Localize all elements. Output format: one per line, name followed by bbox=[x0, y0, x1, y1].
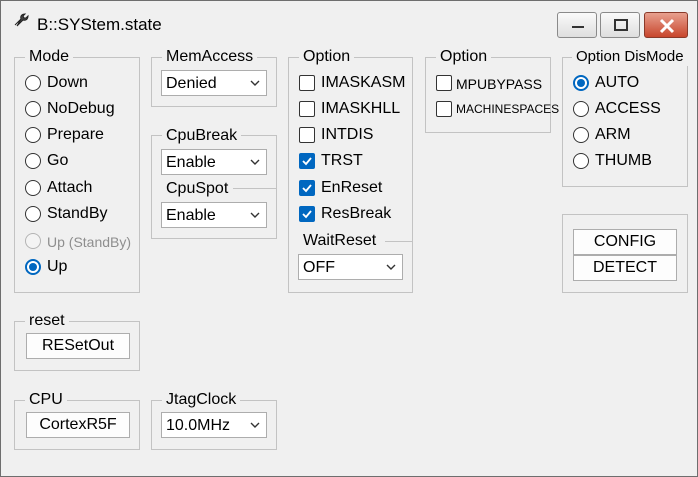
mode-legend: Mode bbox=[25, 48, 74, 66]
radio-label-access[interactable]: ACCESS bbox=[595, 100, 661, 118]
cpubreak-legend: CpuBreak bbox=[162, 127, 242, 145]
radio-label-attach[interactable]: Attach bbox=[47, 179, 92, 197]
chevron-down-icon bbox=[250, 80, 260, 86]
radio-label-thumb[interactable]: THUMB bbox=[595, 152, 652, 170]
radio-label-up[interactable]: Up bbox=[47, 258, 67, 276]
cpubreak-select[interactable]: Enable bbox=[161, 149, 267, 175]
radio-standby[interactable] bbox=[25, 206, 41, 222]
divider bbox=[233, 188, 277, 189]
window-title: B::SYStem.state bbox=[37, 15, 162, 34]
checkbox-label-imaskhll[interactable]: IMASKHLL bbox=[321, 100, 400, 118]
radio-nodebug[interactable] bbox=[25, 101, 41, 117]
reset-legend: reset bbox=[25, 312, 69, 330]
maximize-button[interactable] bbox=[600, 12, 640, 38]
mode-group bbox=[14, 57, 140, 293]
memaccess-legend: MemAccess bbox=[162, 48, 258, 66]
checkbox-mpubypass[interactable] bbox=[436, 75, 452, 91]
maximize-icon bbox=[614, 19, 628, 31]
cpuspot-value: Enable bbox=[166, 207, 216, 224]
dismode-legend: Option DisMode bbox=[572, 48, 688, 66]
radio-attach[interactable] bbox=[25, 180, 41, 196]
radio-label-up-standby: Up (StandBy) bbox=[47, 234, 132, 250]
radio-down[interactable] bbox=[25, 75, 41, 91]
jtagclock-value: 10.0MHz bbox=[166, 417, 231, 434]
option-1-legend: Option bbox=[299, 48, 355, 66]
radio-label-auto[interactable]: AUTO bbox=[595, 74, 639, 92]
window: B::SYStem.state Mode Down NoDebug Prepar… bbox=[0, 0, 698, 477]
chevron-down-icon bbox=[250, 159, 260, 165]
cpubreak-value: Enable bbox=[166, 154, 216, 171]
radio-arm[interactable] bbox=[573, 127, 589, 143]
radio-up-standby bbox=[25, 233, 41, 249]
checkbox-intdis[interactable] bbox=[299, 127, 315, 143]
checkmark-icon bbox=[302, 210, 312, 219]
radio-auto[interactable] bbox=[573, 75, 589, 91]
radio-label-arm[interactable]: ARM bbox=[595, 126, 631, 144]
minimize-icon bbox=[572, 26, 584, 28]
checkbox-label-intdis[interactable]: INTDIS bbox=[321, 126, 373, 144]
checkbox-resbreak[interactable] bbox=[299, 206, 315, 222]
checkbox-label-trst[interactable]: TRST bbox=[321, 152, 363, 170]
radio-label-nodebug[interactable]: NoDebug bbox=[47, 100, 115, 118]
checkbox-enreset[interactable] bbox=[299, 180, 315, 196]
checkbox-label-enreset[interactable]: EnReset bbox=[321, 179, 382, 197]
chevron-down-icon bbox=[250, 212, 260, 218]
radio-label-standby[interactable]: StandBy bbox=[47, 205, 107, 223]
minimize-button[interactable] bbox=[557, 12, 597, 38]
checkbox-label-machinespaces[interactable]: MACHINESPACES bbox=[456, 101, 559, 117]
chevron-down-icon bbox=[386, 264, 396, 270]
divider bbox=[385, 241, 413, 242]
checkbox-label-resbreak[interactable]: ResBreak bbox=[321, 205, 391, 223]
radio-access[interactable] bbox=[573, 101, 589, 117]
cpuspot-select[interactable]: Enable bbox=[161, 202, 267, 228]
chevron-down-icon bbox=[250, 422, 260, 428]
option-group-2 bbox=[425, 57, 551, 133]
checkmark-icon bbox=[302, 157, 312, 166]
cpuspot-legend: CpuSpot bbox=[166, 180, 229, 197]
radio-label-down[interactable]: Down bbox=[47, 74, 88, 92]
memaccess-value: Denied bbox=[166, 75, 217, 92]
close-icon bbox=[659, 18, 675, 34]
resetout-button[interactable]: RESetOut bbox=[26, 333, 130, 359]
option-2-legend: Option bbox=[436, 48, 492, 66]
waitreset-legend: WaitReset bbox=[303, 232, 377, 249]
memaccess-select[interactable]: Denied bbox=[161, 70, 267, 96]
cpu-button[interactable]: CortexR5F bbox=[26, 412, 130, 438]
radio-label-prepare[interactable]: Prepare bbox=[47, 126, 104, 144]
radio-up[interactable] bbox=[25, 259, 41, 275]
config-button[interactable]: CONFIG bbox=[573, 229, 677, 255]
title-bar[interactable]: B::SYStem.state bbox=[1, 1, 697, 38]
radio-prepare[interactable] bbox=[25, 127, 41, 143]
jtagclock-legend: JtagClock bbox=[162, 391, 241, 409]
waitreset-value: OFF bbox=[303, 259, 335, 276]
checkbox-machinespaces[interactable] bbox=[436, 101, 452, 117]
radio-thumb[interactable] bbox=[573, 153, 589, 169]
jtagclock-select[interactable]: 10.0MHz bbox=[161, 412, 267, 438]
checkbox-label-imaskasm[interactable]: IMASKASM bbox=[321, 74, 405, 92]
checkbox-imaskasm[interactable] bbox=[299, 75, 315, 91]
radio-label-go[interactable]: Go bbox=[47, 152, 68, 170]
close-button[interactable] bbox=[644, 12, 688, 38]
checkbox-label-mpubypass[interactable]: MPUBYPASS bbox=[456, 75, 542, 93]
cpu-legend: CPU bbox=[25, 391, 67, 409]
radio-go[interactable] bbox=[25, 153, 41, 169]
checkbox-imaskhll[interactable] bbox=[299, 101, 315, 117]
detect-button[interactable]: DETECT bbox=[573, 255, 677, 281]
checkmark-icon bbox=[302, 184, 312, 193]
waitreset-select[interactable]: OFF bbox=[298, 254, 403, 280]
wrench-icon bbox=[14, 13, 29, 27]
checkbox-trst[interactable] bbox=[299, 153, 315, 169]
